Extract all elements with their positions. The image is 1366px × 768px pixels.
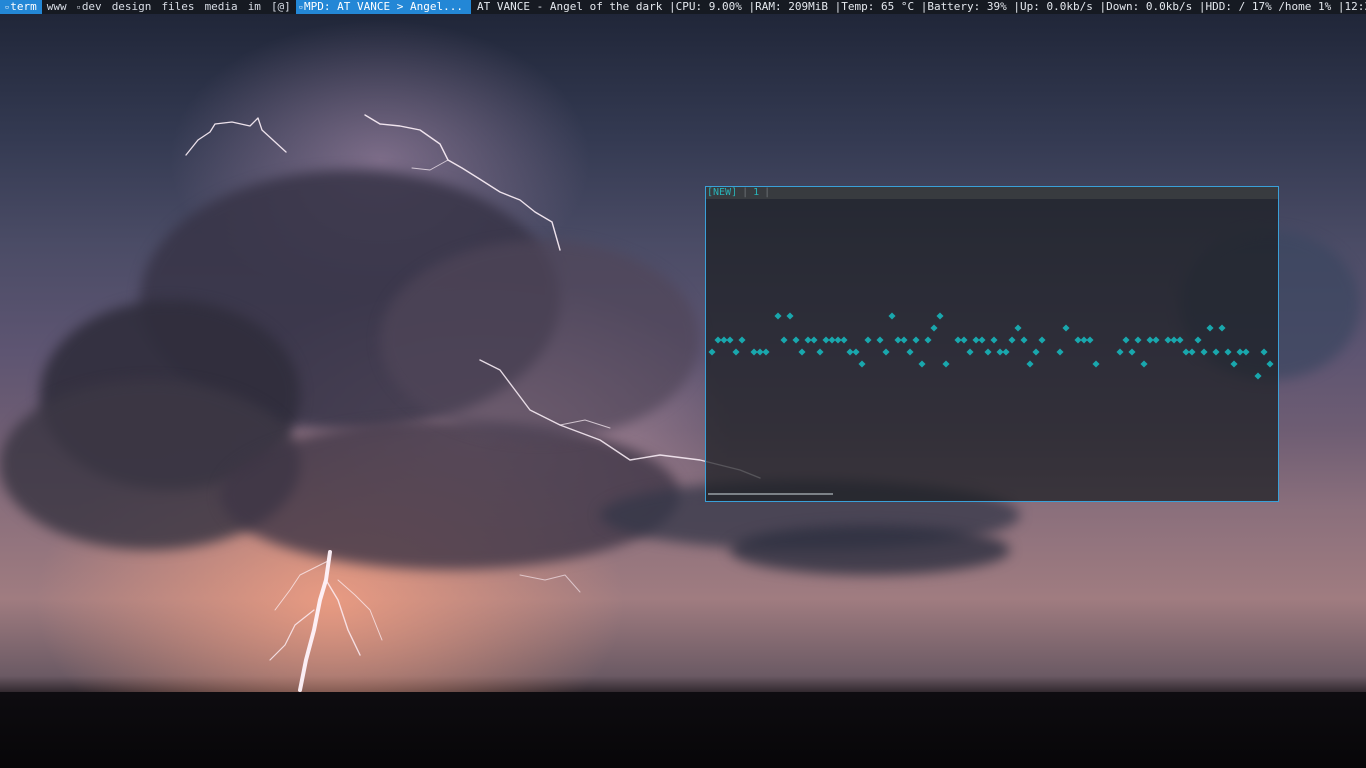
visualizer-dot	[1152, 336, 1160, 344]
workspace-files[interactable]: files	[156, 0, 199, 14]
visualizer-dot	[930, 324, 938, 332]
tab-separator: |	[764, 187, 771, 198]
visualizer-dot	[882, 348, 890, 356]
visualizer-dot	[1002, 348, 1010, 356]
visualizer-dot	[876, 336, 884, 344]
visualizer-dot	[960, 336, 968, 344]
mpd-now-playing[interactable]: ▫MPD: AT VANCE > Angel...	[295, 0, 471, 14]
visualizer-dot	[708, 348, 716, 356]
workspace-label: term	[10, 0, 37, 13]
visualizer-dot	[906, 348, 914, 356]
top-status-bar: ▫term www ▫dev design files media im [@]…	[0, 0, 1366, 14]
visualizer-dot	[942, 360, 950, 368]
visualizer-dot	[1020, 336, 1028, 344]
song-progress-bar	[708, 493, 833, 495]
visualizer-dot	[864, 336, 872, 344]
workspace-www[interactable]: www	[42, 0, 72, 14]
workspace-design[interactable]: design	[107, 0, 157, 14]
audio-visualizer	[708, 312, 1274, 380]
visualizer-dot	[1026, 360, 1034, 368]
workspace-dev[interactable]: ▫dev	[72, 0, 107, 14]
visualizer-dot	[984, 348, 992, 356]
visualizer-dot	[1206, 324, 1214, 332]
visualizer-dot	[978, 336, 986, 344]
workspace-media[interactable]: media	[200, 0, 243, 14]
visualizer-dot	[1224, 348, 1232, 356]
visualizer-dot	[798, 348, 806, 356]
tab-separator: |	[742, 187, 749, 198]
visualizer-dot	[1092, 360, 1100, 368]
terminal-tab-bar: [NEW] | 1 |	[706, 187, 1278, 199]
visualizer-dot	[936, 312, 944, 320]
visualizer-dot	[1122, 336, 1130, 344]
visualizer-dot	[738, 336, 746, 344]
visualizer-dot	[1254, 372, 1262, 380]
tab-1[interactable]: 1	[753, 187, 759, 199]
visualizer-dot	[1134, 336, 1142, 344]
visualizer-dot	[840, 336, 848, 344]
workspace-marker-icon: ▫	[5, 3, 10, 11]
visualizer-dot	[1176, 336, 1184, 344]
visualizer-dot	[1266, 360, 1274, 368]
visualizer-dot	[900, 336, 908, 344]
mpd-title: MPD: AT VANCE > Angel...	[304, 0, 463, 13]
visualizer-dot	[726, 336, 734, 344]
visualizer-dot	[852, 348, 860, 356]
workspace-marker-icon: ▫	[76, 3, 81, 11]
visualizer-dot	[816, 348, 824, 356]
workspace-label: design	[111, 0, 152, 13]
visualizer-dot	[1014, 324, 1022, 332]
workspace-label: www	[46, 0, 67, 13]
visualizer-dot	[1194, 336, 1202, 344]
visualizer-dot	[810, 336, 818, 344]
visualizer-dot	[1242, 348, 1250, 356]
visualizer-dot	[924, 336, 932, 344]
visualizer-dot	[858, 360, 866, 368]
visualizer-dot	[1212, 348, 1220, 356]
visualizer-dot	[774, 312, 782, 320]
visualizer-dot	[1056, 348, 1064, 356]
music-icon: ▫	[298, 3, 304, 11]
tab-new[interactable]: [NEW]	[707, 187, 737, 199]
visualizer-dot	[1062, 324, 1070, 332]
visualizer-dot	[1140, 360, 1148, 368]
workspace-label: im	[247, 0, 261, 13]
visualizer-dot	[1260, 348, 1268, 356]
visualizer-dot	[1200, 348, 1208, 356]
visualizer-dot	[918, 360, 926, 368]
terminal-window[interactable]: [NEW] | 1 |	[705, 186, 1279, 502]
visualizer-dot	[1218, 324, 1226, 332]
system-status-text: AT VANCE - Angel of the dark |CPU: 9.00%…	[476, 0, 1366, 13]
workspace-label: media	[204, 0, 238, 13]
visualizer-dot	[888, 312, 896, 320]
visualizer-dot	[1008, 336, 1016, 344]
visualizer-dot	[762, 348, 770, 356]
visualizer-dot	[1038, 336, 1046, 344]
visualizer-dot	[1032, 348, 1040, 356]
visualizer-dot	[1188, 348, 1196, 356]
layout-indicator[interactable]: [@]	[266, 0, 296, 14]
workspace-label: files	[161, 0, 195, 13]
visualizer-dot	[1086, 336, 1094, 344]
visualizer-dot	[1116, 348, 1124, 356]
workspace-im[interactable]: im	[243, 0, 266, 14]
visualizer-dot	[780, 336, 788, 344]
visualizer-dot	[912, 336, 920, 344]
visualizer-dot	[732, 348, 740, 356]
visualizer-dot	[966, 348, 974, 356]
workspace-label: dev	[81, 0, 102, 13]
visualizer-dot	[990, 336, 998, 344]
workspace-term[interactable]: ▫term	[0, 0, 42, 14]
visualizer-dot	[1230, 360, 1238, 368]
visualizer-dot	[1128, 348, 1136, 356]
visualizer-dot	[786, 312, 794, 320]
visualizer-dot	[792, 336, 800, 344]
